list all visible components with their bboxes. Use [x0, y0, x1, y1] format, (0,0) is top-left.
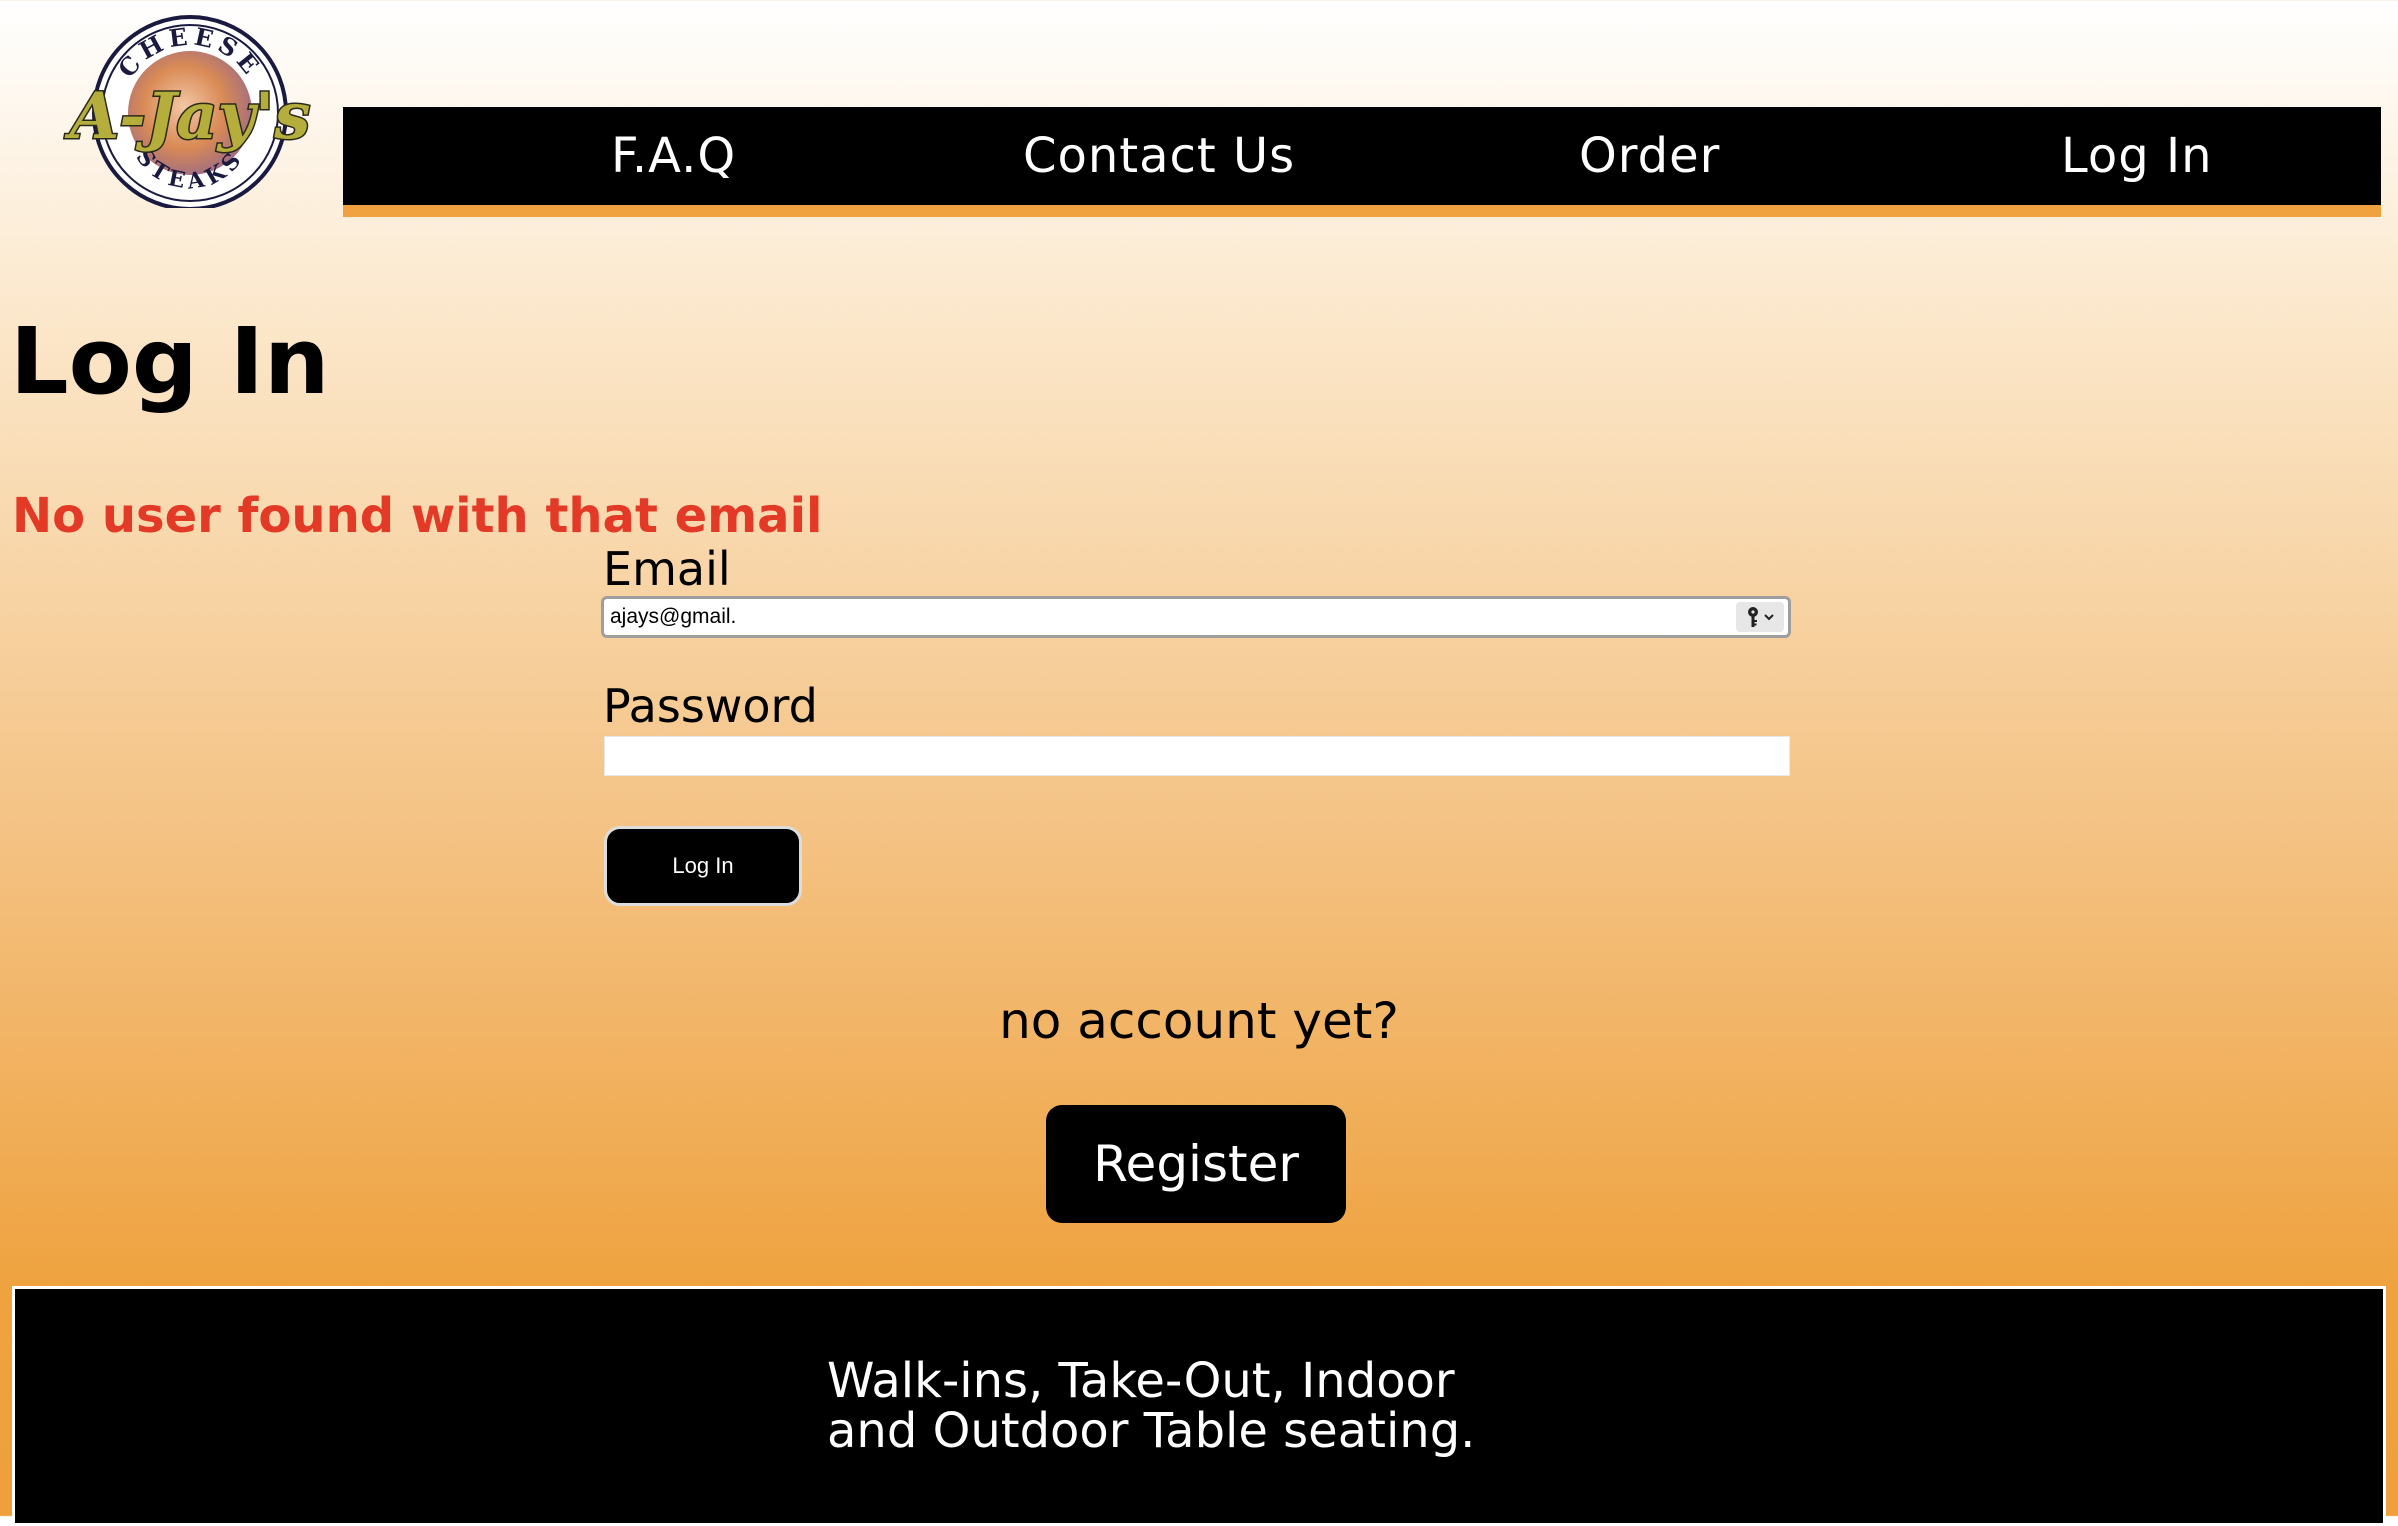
- email-label: Email: [603, 542, 731, 596]
- logo-main-text: A-Jay's: [65, 79, 311, 154]
- password-manager-button[interactable]: [1736, 602, 1784, 632]
- footer-text-line-2: and Outdoor Table seating.: [827, 1403, 1476, 1459]
- key-icon: [1748, 607, 1774, 627]
- page-title: Log In: [10, 308, 330, 415]
- ajays-cheese-steaks-logo-icon: CHEESE STEAKS A-Jay's: [63, 15, 312, 211]
- register-button[interactable]: Register: [1046, 1105, 1346, 1223]
- password-label: Password: [603, 679, 818, 733]
- site-logo[interactable]: CHEESE STEAKS A-Jay's: [40, 8, 340, 211]
- no-account-prompt: no account yet?: [999, 992, 1399, 1050]
- email-input[interactable]: [610, 599, 1700, 635]
- nav-item-faq[interactable]: F.A.Q: [611, 107, 736, 205]
- nav-item-order[interactable]: Order: [1579, 107, 1720, 205]
- footer: Walk-ins, Take-Out, Indoor and Outdoor T…: [12, 1286, 2386, 1526]
- main-nav: F.A.Q Contact Us Order Log In: [343, 107, 2381, 217]
- nav-item-contact-us[interactable]: Contact Us: [1023, 107, 1295, 205]
- login-submit-button[interactable]: Log In: [604, 826, 802, 906]
- error-message: No user found with that email: [12, 488, 823, 544]
- footer-text-line-1: Walk-ins, Take-Out, Indoor: [827, 1353, 1455, 1409]
- nav-item-log-in[interactable]: Log In: [2061, 107, 2213, 205]
- password-input[interactable]: [604, 736, 1790, 776]
- email-field-wrapper: [601, 596, 1791, 638]
